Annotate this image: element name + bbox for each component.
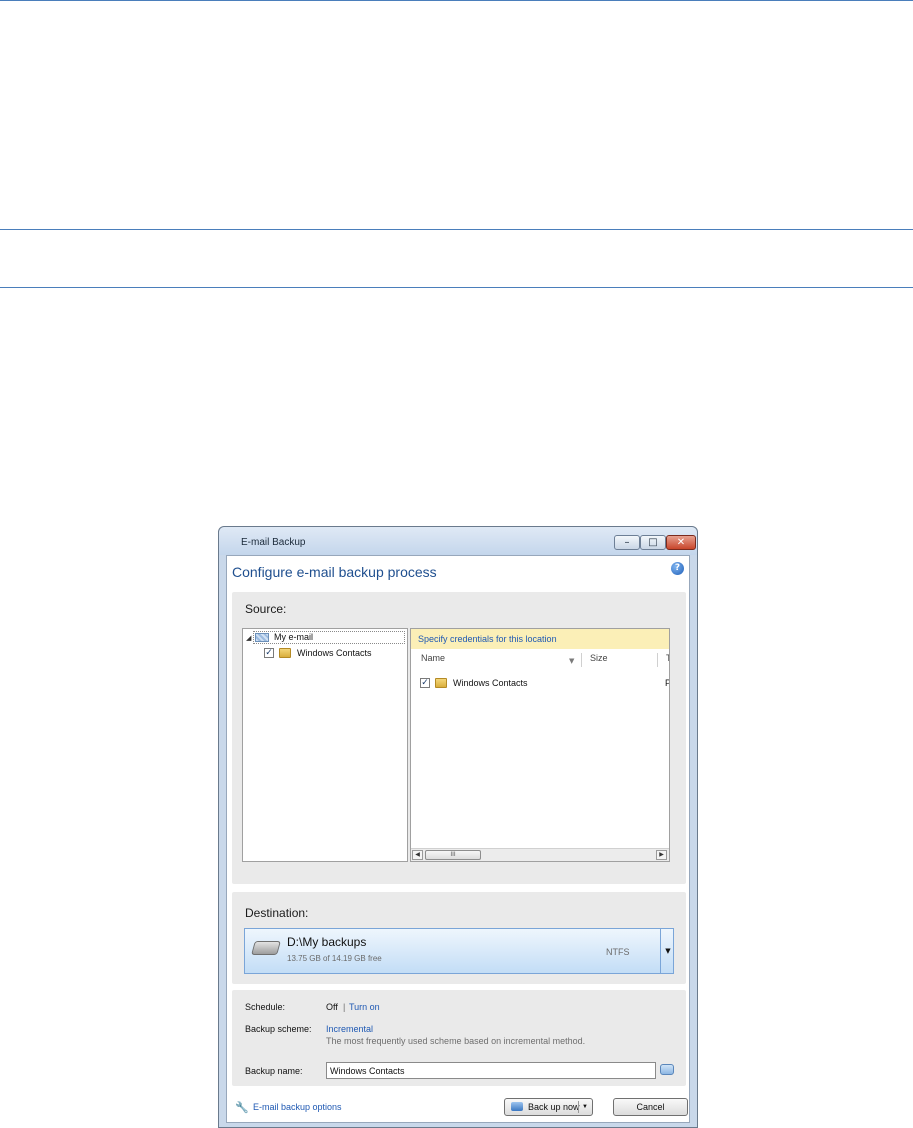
- options-panel: Schedule: Off | Turn on Backup scheme: I…: [232, 990, 686, 1086]
- button-separator: [578, 1101, 579, 1113]
- page-rule-middle: [0, 229, 913, 230]
- schedule-value: Off: [326, 1002, 338, 1012]
- window-title: E-mail Backup: [241, 537, 306, 548]
- back-up-now-button[interactable]: Back up now ▼: [504, 1098, 593, 1116]
- destination-path: D:\My backups: [287, 935, 367, 949]
- window-client-area: Configure e-mail backup process ? Source…: [226, 555, 690, 1123]
- source-file-list: Specify credentials for this location Na…: [410, 628, 670, 862]
- backup-icon: [511, 1102, 523, 1111]
- source-panel: Source: ◢ My e-mail ✓ Windows Contacts S…: [232, 592, 686, 884]
- maximize-button[interactable]: □: [640, 535, 666, 550]
- title-bar[interactable]: E-mail Backup – □ ✕: [219, 527, 697, 555]
- list-item-type: P: [665, 678, 669, 688]
- comment-icon[interactable]: [660, 1064, 674, 1075]
- backup-scheme-description: The most frequently used scheme based on…: [326, 1036, 586, 1046]
- help-icon[interactable]: ?: [671, 562, 684, 575]
- chevron-down-icon[interactable]: ▼: [660, 929, 675, 973]
- tree-expand-icon[interactable]: ◢: [246, 634, 251, 642]
- tree-item-my-email-label: My e-mail: [274, 632, 314, 642]
- credentials-link[interactable]: Specify credentials for this location: [411, 629, 669, 649]
- dialog-footer: 🔧 E-mail backup options Back up now ▼ Ca…: [227, 1092, 689, 1122]
- destination-panel: Destination: D:\My backups 13.75 GB of 1…: [232, 892, 686, 984]
- destination-free-space: 13.75 GB of 14.19 GB free: [287, 954, 382, 963]
- backup-scheme-link[interactable]: Incremental: [326, 1024, 373, 1034]
- page-title: Configure e-mail backup process: [232, 564, 437, 580]
- column-separator: [581, 653, 582, 667]
- minimize-icon: –: [624, 537, 630, 548]
- backup-name-input[interactable]: [326, 1062, 656, 1079]
- back-up-now-label: Back up now: [528, 1102, 580, 1112]
- email-backup-window: E-mail Backup – □ ✕ Configure e-mail bac…: [218, 526, 698, 1128]
- backup-name-label: Backup name:: [245, 1066, 303, 1076]
- turn-on-schedule-link[interactable]: Turn on: [349, 1002, 380, 1012]
- hard-drive-icon: [251, 941, 281, 955]
- close-icon: ✕: [676, 537, 686, 548]
- schedule-label: Schedule:: [245, 1002, 286, 1012]
- email-backup-options-link[interactable]: E-mail backup options: [253, 1102, 342, 1112]
- folder-icon: [279, 648, 291, 658]
- column-header-name[interactable]: Name: [421, 653, 445, 663]
- minimize-button[interactable]: –: [614, 535, 640, 550]
- horizontal-scrollbar[interactable]: ◀ III ▶: [411, 848, 669, 861]
- scroll-right-icon[interactable]: ▶: [656, 850, 667, 860]
- folder-icon: [435, 678, 447, 688]
- close-button[interactable]: ✕: [666, 535, 696, 550]
- scroll-left-icon[interactable]: ◀: [412, 850, 423, 860]
- page-rule-lower: [0, 287, 913, 288]
- page-rule-top: [0, 0, 913, 1]
- scroll-thumb[interactable]: III: [425, 850, 481, 860]
- destination-label: Destination:: [245, 906, 309, 920]
- list-item-checkbox[interactable]: ✓: [420, 678, 430, 688]
- tree-item-windows-contacts[interactable]: Windows Contacts: [297, 648, 372, 658]
- tree-item-checkbox[interactable]: ✓: [264, 648, 274, 658]
- schedule-separator: |: [343, 1002, 346, 1012]
- column-separator: [657, 653, 658, 667]
- destination-filesystem: NTFS: [606, 947, 630, 957]
- list-item-name: Windows Contacts: [453, 678, 528, 688]
- maximize-icon: □: [648, 537, 658, 548]
- source-label: Source:: [245, 602, 287, 616]
- backup-scheme-label: Backup scheme:: [245, 1024, 312, 1034]
- column-header-type[interactable]: T: [666, 653, 669, 663]
- wrench-icon: 🔧: [235, 1101, 249, 1114]
- source-tree: ◢ My e-mail ✓ Windows Contacts: [242, 628, 408, 862]
- chevron-down-icon[interactable]: ▼: [582, 1099, 588, 1115]
- sort-down-icon: ▼: [569, 657, 575, 665]
- destination-selector[interactable]: D:\My backups 13.75 GB of 14.19 GB free …: [244, 928, 674, 974]
- cancel-button[interactable]: Cancel: [613, 1098, 688, 1116]
- column-header-size[interactable]: Size: [590, 653, 608, 663]
